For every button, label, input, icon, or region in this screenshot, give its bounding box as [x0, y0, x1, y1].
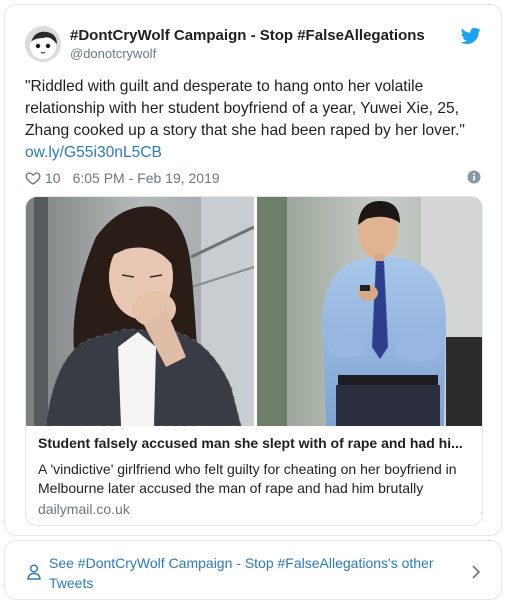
person-icon [27, 564, 41, 580]
card-domain: dailymail.co.uk [38, 501, 130, 517]
like-count[interactable]: 10 [45, 170, 61, 186]
author-name[interactable]: #DontCryWolf Campaign - Stop #FalseAlleg… [70, 27, 425, 44]
card-title[interactable]: Student falsely accused man she slept wi… [38, 435, 470, 451]
tweet-timestamp[interactable]: 6:05 PM - Feb 19, 2019 [73, 170, 220, 186]
twitter-bird-icon[interactable] [461, 27, 481, 45]
avatar[interactable] [25, 26, 61, 62]
avatar-image [25, 26, 61, 62]
author-handle[interactable]: @donotcrywolf [70, 46, 156, 61]
see-other-tweets[interactable]: See #DontCryWolf Campaign - Stop #FalseA… [4, 540, 502, 600]
tweet-text: "Riddled with guilt and desperate to han… [25, 76, 485, 164]
tweet-body: "Riddled with guilt and desperate to han… [25, 78, 465, 139]
card-description: A 'vindictive' girlfriend who felt guilt… [38, 461, 457, 496]
tweet-card[interactable]: #DontCryWolf Campaign - Stop #FalseAlleg… [4, 4, 502, 536]
heart-icon[interactable] [25, 170, 41, 186]
link-card[interactable]: Student falsely accused man she slept wi… [25, 196, 483, 526]
card-image[interactable] [26, 197, 483, 426]
tweet-meta: 10 6:05 PM - Feb 19, 2019 [25, 169, 220, 187]
see-other-tweets-label[interactable]: See #DontCryWolf Campaign - Stop #FalseA… [49, 553, 449, 593]
tweet-link[interactable]: ow.ly/G55i30nL5CB [25, 144, 162, 161]
chevron-right-icon[interactable] [471, 565, 481, 579]
info-icon[interactable] [467, 170, 481, 184]
